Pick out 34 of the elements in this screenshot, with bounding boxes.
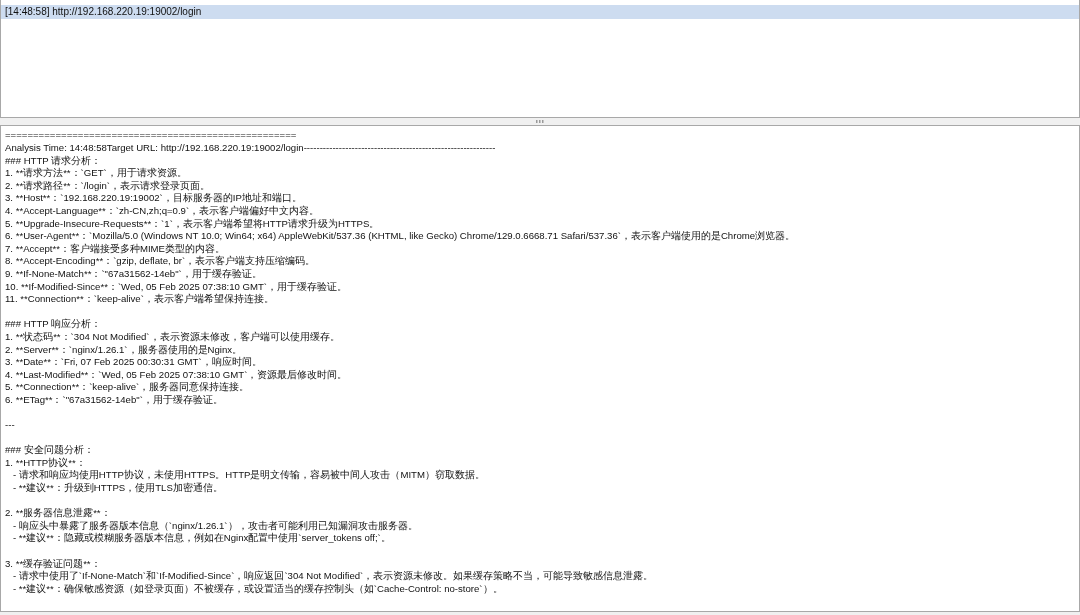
output-line: 3. **Host**：`192.168.220.19:19002`，目标服务器的IP地址和端口。 — [5, 192, 303, 205]
output-line: Analysis Time: 14:48:58Target URL: http://192.168.220.19:19002/login------------------------------------------------------------ — [5, 142, 497, 155]
output-line: 8. **Accept-Encoding**：`gzip, deflate, br`，表示客户端支持压缩编码。 — [5, 255, 317, 268]
output-line: 1. **请求方法**：`GET`，用于请求资源。 — [5, 167, 188, 180]
grip-icon — [536, 120, 544, 124]
output-line: --- — [5, 419, 16, 432]
output-line: ### 安全问题分析： — [5, 444, 95, 457]
output-line: 7. **Accept**：客户端接受多种MIME类型的内容。 — [5, 242, 226, 255]
output-line: - 请求和响应均使用HTTP协议，未使用HTTPS。HTTP是明文传输，容易被中间人攻击（MITM）窃取数据。 — [12, 469, 486, 482]
output-line: 3. **缓存验证问题**： — [5, 557, 102, 570]
output-line: - **建议**：升级到HTTPS，使用TLS加密通信。 — [12, 482, 224, 495]
output-line: 5. **Upgrade-Insecure-Requests**：`1`，表示客户端希望将HTTP请求升级为HTTPS。 — [5, 217, 381, 231]
output-line: 6. **User-Agent**：`Mozilla/5.0 (Windows NT 10.0; Win64; x64) AppleWebKit/537.36 (KHTML, like Gecko) Chrome/129.0.6668.71 Safari/537.36`，表示客户端使用的是Chrome浏览器。 — [5, 230, 797, 243]
output-line: ==================================================== — [5, 129, 298, 143]
output-line: - **建议**：确保敏感资源（如登录页面）不被缓存，或设置适当的缓存控制头（如`Cache-Control: no-store`）。 — [12, 582, 504, 596]
output-line: ### HTTP 请求分析： — [5, 154, 103, 167]
output-line: 4. **Last-Modified**：`Wed, 05 Feb 2025 07:38:10 GMT`，资源最后修改时间。 — [5, 368, 349, 381]
output-line: 4. **Accept-Language**：`zh-CN,zh;q=0.9`，表示客户端偏好中文内容。 — [5, 205, 321, 218]
output-line: 1. **HTTP协议**： — [5, 456, 87, 469]
request-row[interactable]: [14:48:58] http://192.168.220.19:19002/login — [1, 5, 1079, 19]
output-line: 1. **状态码**：`304 Not Modified`，表示资源未修改，客户端可以使用缓存。 — [5, 330, 341, 344]
output-line: 11. **Connection**：`keep-alive`，表示客户端希望保持连接。 — [5, 293, 275, 306]
output-line: ### HTTP 响应分析： — [5, 318, 103, 331]
output-line: - 请求中使用了`If-None-Match`和`If-Modified-Since`，响应返回`304 Not Modified`，表示资源未修改。如果缓存策略不当，可能导致敏感信息泄露。 — [12, 570, 655, 583]
output-line: 10. **If-Modified-Since**：`Wed, 05 Feb 2025 07:38:10 GMT`，用于缓存验证。 — [5, 280, 349, 293]
output-line: 3. **Date**：`Fri, 07 Feb 2025 00:30:31 GMT`，响应时间。 — [5, 356, 263, 369]
output-line: 5. **Connection**：`keep-alive`，服务器同意保持连接。 — [5, 381, 251, 394]
output-line: 9. **If-None-Match**：`"67a31562-14eb"`，用于缓存验证。 — [5, 267, 263, 281]
output-line: 6. **ETag**：`"67a31562-14eb"`，用于缓存验证。 — [5, 393, 224, 407]
output-line: - 响应头中暴露了服务器版本信息（`nginx/1.26.1`），攻击者可能利用已知漏洞攻击服务器。 — [12, 519, 419, 532]
output-line: 2. **请求路径**：`/login`，表示请求登录页面。 — [5, 179, 211, 193]
output-line: 2. **Server**：`nginx/1.26.1`，服务器使用的是Nginx。 — [5, 343, 244, 356]
output-line: - **建议**：隐藏或模糊服务器版本信息，例如在Nginx配置中使用`server_tokens off;`。 — [12, 532, 392, 546]
output-line: 2. **服务器信息泄露**： — [5, 507, 112, 520]
